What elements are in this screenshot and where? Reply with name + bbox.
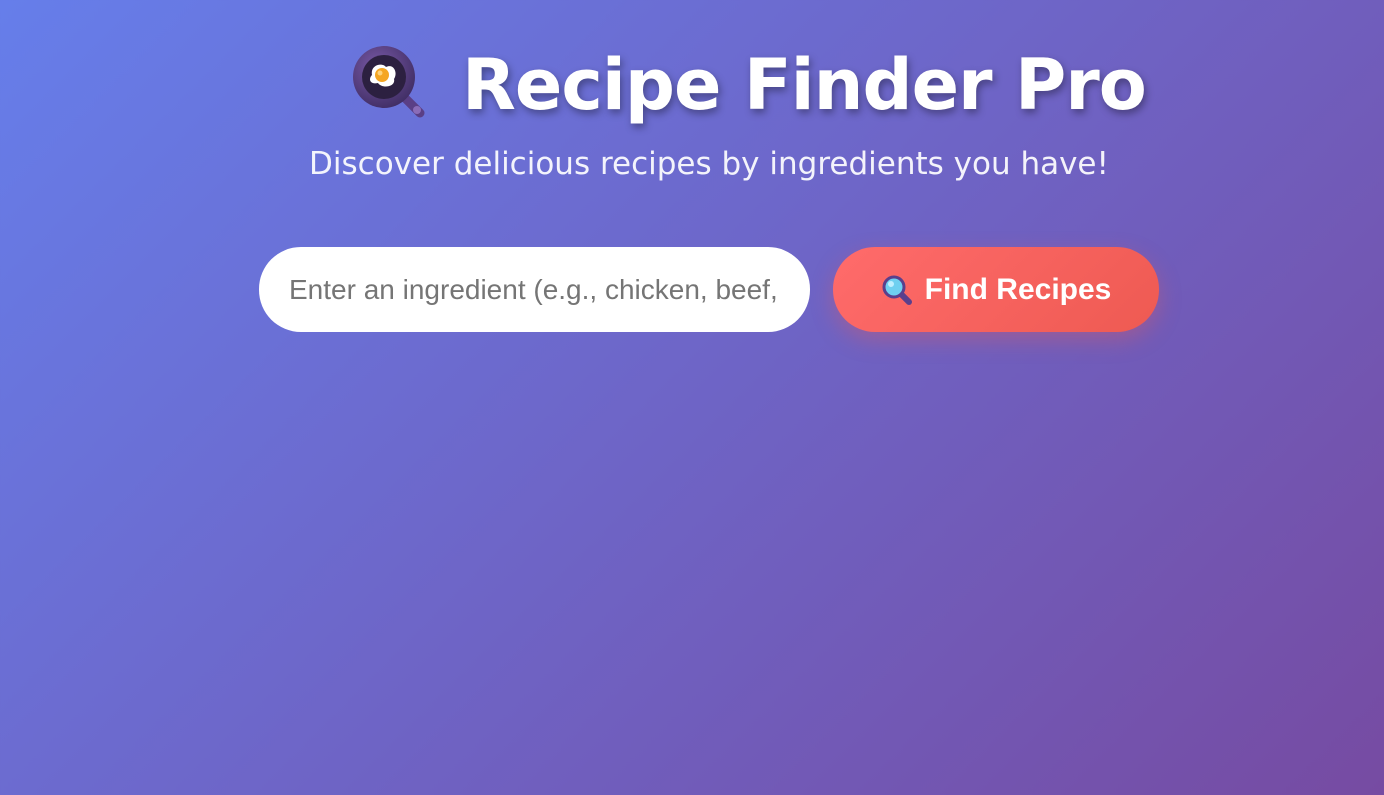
- title-row: Recipe Finder Pro: [352, 40, 1147, 130]
- frying-pan-egg-icon: [352, 45, 432, 125]
- ingredient-search-input[interactable]: [259, 247, 810, 332]
- page-title: Recipe Finder Pro: [462, 44, 1147, 126]
- find-recipes-label: Find Recipes: [924, 272, 1112, 306]
- page-subtitle: Discover delicious recipes by ingredient…: [309, 146, 1109, 182]
- magnifying-glass-icon: [881, 274, 913, 306]
- find-recipes-button[interactable]: Find Recipes: [833, 247, 1159, 332]
